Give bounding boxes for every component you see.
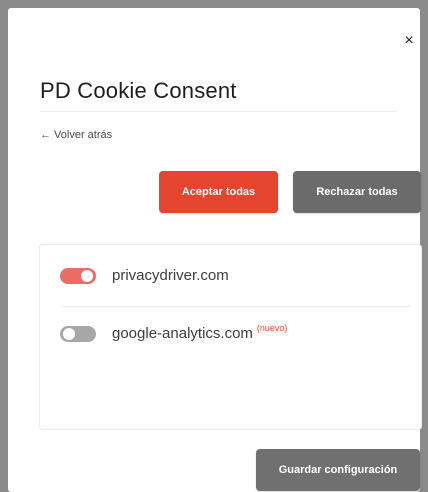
toggle-knob — [63, 327, 75, 340]
provider-list: privacydriver.com google-analytics.com (… — [39, 244, 422, 430]
provider-toggle-privacydriver[interactable] — [60, 267, 96, 284]
row-divider — [60, 306, 411, 307]
provider-domain: privacydriver.com — [112, 267, 229, 284]
reject-all-button[interactable]: Rechazar todas — [293, 171, 421, 213]
close-icon[interactable]: × — [400, 32, 418, 50]
new-badge: (nuevo) — [256, 322, 288, 333]
toggle-knob — [81, 269, 93, 282]
provider-toggle-google-analytics[interactable] — [60, 325, 96, 342]
cookie-consent-modal: × PD Cookie Consent ← Volver atrás Acept… — [8, 8, 422, 492]
back-link[interactable]: ← Volver atrás — [40, 129, 112, 141]
provider-domain: google-analytics.com — [112, 325, 253, 342]
modal-title: PD Cookie Consent — [40, 78, 237, 103]
provider-row-privacydriver: privacydriver.com — [60, 267, 409, 284]
save-settings-button[interactable]: Guardar configuración — [256, 449, 420, 491]
accept-all-button[interactable]: Aceptar todas — [159, 171, 278, 213]
provider-row-google-analytics: google-analytics.com (nuevo) — [60, 322, 409, 342]
title-divider — [40, 111, 397, 112]
